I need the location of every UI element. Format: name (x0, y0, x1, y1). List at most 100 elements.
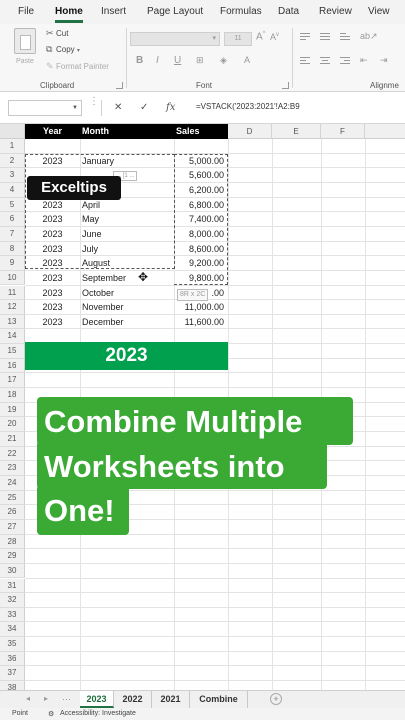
name-box[interactable]: ▼ (8, 100, 82, 116)
orientation-icon[interactable]: ab↗ (360, 31, 378, 42)
row-header[interactable]: 4 (0, 182, 25, 198)
tab-formulas[interactable]: Formulas (220, 6, 262, 17)
font-name-box[interactable]: ▾ (130, 32, 220, 46)
row-header[interactable]: 1 (0, 139, 25, 154)
increase-font-icon[interactable]: A^ (256, 31, 266, 42)
enter-icon[interactable]: ✓ (140, 102, 148, 113)
cut-button[interactable]: ✂ Cut (46, 28, 68, 39)
row-header[interactable]: 23 (0, 461, 25, 476)
row-header[interactable]: 32 (0, 593, 25, 608)
align-right-icon[interactable] (340, 57, 350, 66)
row-header[interactable]: 8 (0, 241, 25, 257)
row-header[interactable]: 18 (0, 388, 25, 403)
font-dialog-launcher-icon[interactable] (282, 82, 289, 89)
row-header[interactable]: 6 (0, 212, 25, 227)
row-header[interactable]: 28 (0, 534, 25, 550)
row-header[interactable]: 35 (0, 637, 25, 652)
row-header[interactable]: 24 (0, 475, 25, 491)
formula-input[interactable]: =VSTACK('2023:2021'!A2:B9 (196, 102, 300, 111)
accessibility-status[interactable]: Accessibility: Investigate (60, 710, 136, 717)
tab-review[interactable]: Review (319, 6, 352, 17)
tab-home[interactable]: Home (55, 6, 83, 17)
row-header[interactable]: 19 (0, 402, 25, 418)
fill-color-icon[interactable]: ◈ (220, 55, 227, 66)
insert-function-icon[interactable]: fx (166, 102, 175, 113)
row-header[interactable]: 30 (0, 563, 25, 579)
cell-year[interactable]: 2023 (25, 315, 80, 329)
paste-button[interactable] (14, 28, 36, 54)
sheet-tab-2021[interactable]: 2021 (152, 691, 190, 708)
cell-year[interactable]: 2023 (25, 300, 80, 314)
cell-month[interactable]: September (82, 271, 174, 285)
cell-month[interactable]: November (82, 300, 174, 314)
copy-button[interactable]: ⧉ Copy ▾ (46, 44, 80, 55)
cancel-icon[interactable]: ✕ (114, 102, 122, 113)
header-month[interactable]: Month (80, 124, 174, 139)
cell-month[interactable]: December (82, 315, 174, 329)
cell-sales[interactable]: 11,000.00 (174, 300, 224, 314)
row-header[interactable]: 37 (0, 666, 25, 682)
cell-year[interactable]: 2023 (25, 271, 80, 285)
tab-view[interactable]: View (368, 6, 390, 17)
format-painter-button[interactable]: ✎ Format Painter (46, 61, 109, 72)
row-header[interactable]: 12 (0, 300, 25, 315)
sheet-tab-2023[interactable]: 2023 (80, 691, 114, 708)
align-top-icon[interactable] (300, 33, 310, 42)
row-header[interactable]: 36 (0, 651, 25, 667)
tab-insert[interactable]: Insert (101, 6, 126, 17)
row-header[interactable]: 9 (0, 256, 25, 271)
cell-year[interactable]: 2023 (25, 286, 80, 300)
sheet-next-icon[interactable]: ▸ (44, 694, 48, 703)
row-header[interactable]: 29 (0, 549, 25, 564)
select-all-corner[interactable] (0, 124, 25, 139)
row-header[interactable]: 7 (0, 226, 25, 242)
bold-icon[interactable]: B (136, 55, 143, 66)
tab-page-layout[interactable]: Page Layout (147, 6, 203, 17)
row-header[interactable]: 22 (0, 446, 25, 462)
row-header[interactable]: 13 (0, 314, 25, 330)
indent-icon[interactable]: ⇤ (360, 55, 368, 66)
row-header[interactable]: 17 (0, 373, 25, 389)
italic-icon[interactable]: I (156, 55, 159, 66)
row-header[interactable]: 20 (0, 417, 25, 432)
column-header-g[interactable] (365, 124, 405, 139)
row-header[interactable]: 25 (0, 490, 25, 506)
align-left-icon[interactable] (300, 57, 310, 66)
sheet-more-icon[interactable]: ⋯ (62, 694, 71, 705)
underline-icon[interactable]: U (174, 55, 181, 66)
sheet-prev-icon[interactable]: ◂ (26, 694, 30, 703)
row-header[interactable]: 33 (0, 607, 25, 623)
row-header[interactable]: 38 (0, 681, 25, 690)
cell-sales[interactable]: 11,600.00 (174, 315, 224, 329)
font-size-box[interactable]: 11 (224, 32, 252, 46)
align-bottom-icon[interactable] (340, 33, 350, 42)
column-header-e[interactable]: E (272, 124, 321, 139)
add-sheet-icon[interactable]: + (270, 693, 282, 705)
row-header[interactable]: 34 (0, 622, 25, 638)
column-header-d[interactable]: D (228, 124, 272, 139)
row-header[interactable]: 26 (0, 505, 25, 520)
row-header[interactable]: 10 (0, 270, 25, 286)
row-header[interactable]: 11 (0, 285, 25, 301)
align-center-icon[interactable] (320, 57, 330, 66)
outdent-icon[interactable]: ⇥ (380, 55, 388, 66)
row-header[interactable]: 15 (0, 344, 25, 359)
header-year[interactable]: Year (25, 124, 80, 139)
sheet-tab-2022[interactable]: 2022 (114, 691, 152, 708)
row-header[interactable]: 3 (0, 168, 25, 183)
borders-icon[interactable]: ⊞ (196, 55, 204, 66)
decrease-font-icon[interactable]: Av (270, 32, 279, 42)
row-header[interactable]: 5 (0, 197, 25, 213)
clipboard-dialog-launcher-icon[interactable] (116, 82, 123, 89)
align-middle-icon[interactable] (320, 33, 330, 42)
row-header[interactable]: 2 (0, 153, 25, 169)
row-header[interactable]: 16 (0, 358, 25, 374)
cell-month[interactable]: October (82, 286, 174, 300)
row-header[interactable]: 27 (0, 519, 25, 535)
tab-file[interactable]: File (18, 6, 34, 17)
font-color-icon[interactable]: A (244, 55, 250, 65)
sheet-tab-combine[interactable]: Combine (190, 691, 248, 708)
tab-data[interactable]: Data (278, 6, 299, 17)
row-header[interactable]: 31 (0, 578, 25, 594)
row-header[interactable]: 14 (0, 329, 25, 345)
